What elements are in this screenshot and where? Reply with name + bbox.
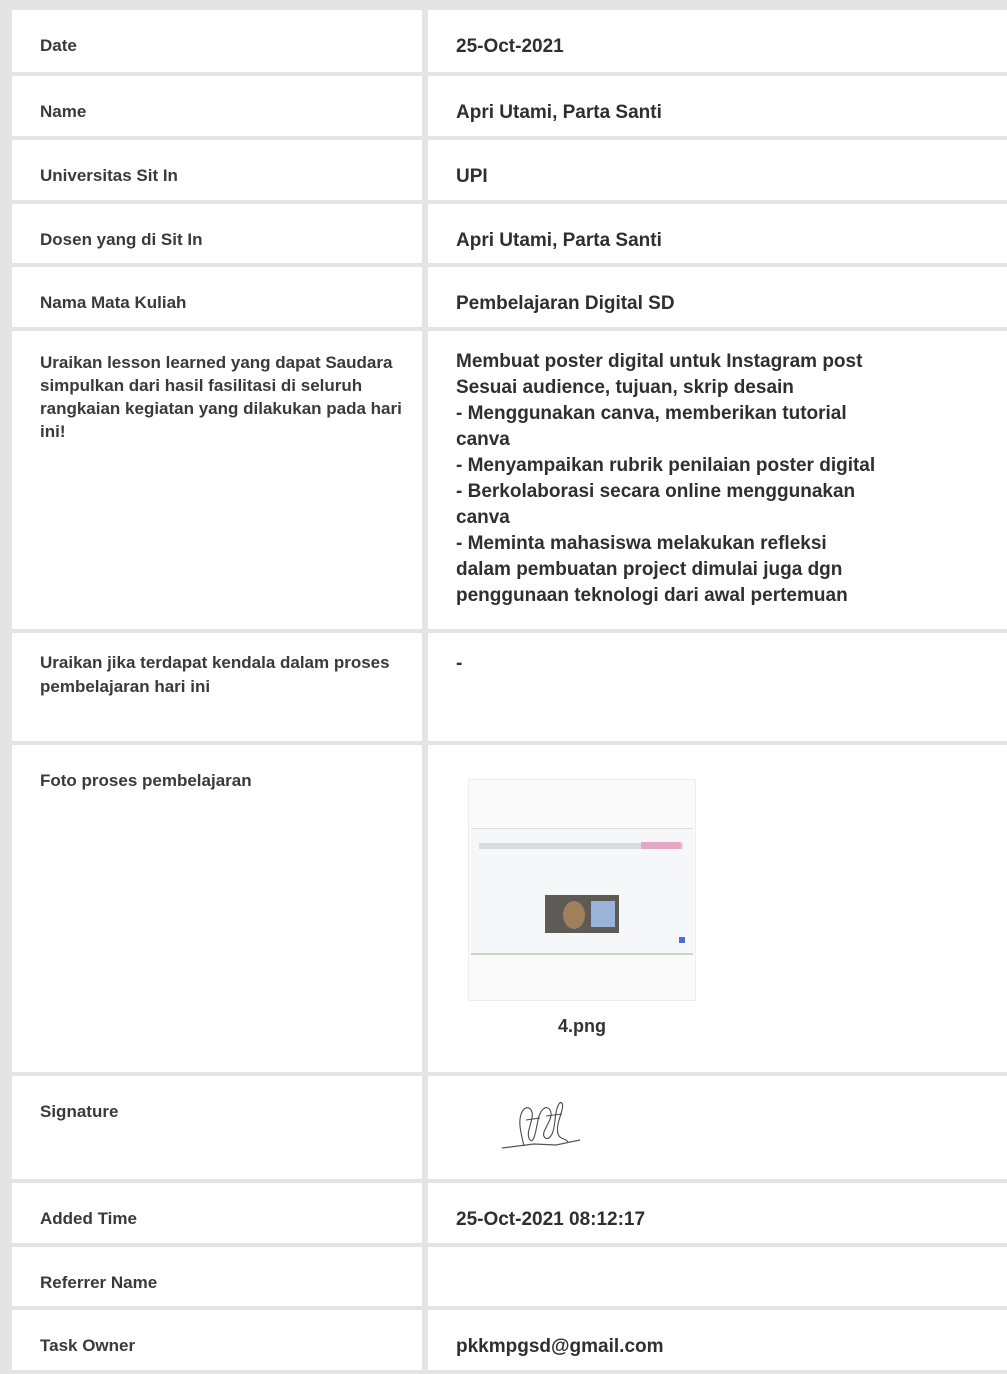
value-task-owner[interactable]: pkkmpgsd@gmail.com — [428, 1310, 1007, 1370]
row-task-owner: Task Owner pkkmpgsd@gmail.com — [0, 1310, 1007, 1370]
lesson-line: penggunaan teknologi dari awal pertemuan — [456, 585, 848, 606]
lesson-line: Membuat poster digital untuk Instagram p… — [456, 351, 863, 372]
photo-filename[interactable]: 4.png — [468, 1013, 696, 1039]
row-mata-kuliah: Nama Mata Kuliah Pembelajaran Digital SD — [0, 267, 1007, 327]
value-foto: 4.png — [428, 745, 1007, 1072]
label-referrer: Referrer Name — [12, 1247, 422, 1306]
row-name: Name Apri Utami, Parta Santi — [0, 76, 1007, 136]
label-lesson-learned: Uraikan lesson learned yang dapat Saudar… — [12, 331, 422, 629]
value-signature — [428, 1076, 1007, 1179]
value-referrer — [428, 1247, 1007, 1306]
label-universitas: Universitas Sit In — [12, 140, 422, 200]
label-foto: Foto proses pembelajaran — [12, 745, 422, 1072]
lesson-line: - Menggunakan canva, memberikan tutorial — [456, 403, 847, 424]
row-referrer: Referrer Name — [0, 1247, 1007, 1306]
row-universitas: Universitas Sit In UPI — [0, 140, 1007, 200]
video-call-image — [545, 895, 619, 933]
lesson-line: - Meminta mahasiswa melakukan refleksi — [456, 533, 827, 554]
label-added-time: Added Time — [12, 1183, 422, 1243]
lesson-line: - Berkolaborasi secara online menggunaka… — [456, 481, 856, 502]
row-signature: Signature — [0, 1076, 1007, 1179]
value-name: Apri Utami, Parta Santi — [428, 76, 1007, 136]
label-kendala: Uraikan jika terdapat kendala dalam pros… — [12, 633, 422, 741]
value-dosen: Apri Utami, Parta Santi — [428, 204, 1007, 263]
row-dosen: Dosen yang di Sit In Apri Utami, Parta S… — [0, 204, 1007, 263]
value-mata-kuliah: Pembelajaran Digital SD — [428, 267, 1007, 327]
photo-thumbnail[interactable] — [468, 779, 696, 1001]
label-mata-kuliah: Nama Mata Kuliah — [12, 267, 422, 327]
record-table: Date 25-Oct-2021 Name Apri Utami, Parta … — [0, 10, 1007, 1374]
row-date: Date 25-Oct-2021 — [0, 10, 1007, 72]
screenshot-image — [471, 828, 693, 955]
label-name: Name — [12, 76, 422, 136]
value-kendala: - — [428, 633, 1007, 741]
row-added-time: Added Time 25-Oct-2021 08:12:17 — [0, 1183, 1007, 1243]
photo-attachment[interactable]: 4.png — [468, 779, 696, 1039]
value-added-time: 25-Oct-2021 08:12:17 — [428, 1183, 1007, 1243]
lesson-line: Sesuai audience, tujuan, skrip desain — [456, 377, 794, 398]
lesson-line: canva — [456, 507, 510, 528]
lesson-line: - Menyampaikan rubrik penilaian poster d… — [456, 455, 876, 476]
value-lesson-learned: Membuat poster digital untuk Instagram p… — [428, 331, 1007, 629]
label-signature: Signature — [12, 1076, 422, 1179]
label-date: Date — [12, 10, 422, 72]
row-kendala: Uraikan jika terdapat kendala dalam pros… — [0, 633, 1007, 741]
value-universitas: UPI — [428, 140, 1007, 200]
value-date: 25-Oct-2021 — [428, 10, 1007, 72]
signature-image — [501, 1101, 581, 1149]
label-task-owner: Task Owner — [12, 1310, 422, 1370]
lesson-line: dalam pembuatan project dimulai juga dgn — [456, 559, 843, 580]
label-dosen: Dosen yang di Sit In — [12, 204, 422, 263]
row-lesson-learned: Uraikan lesson learned yang dapat Saudar… — [0, 331, 1007, 629]
lesson-line: canva — [456, 429, 510, 450]
row-foto: Foto proses pembelajaran 4.png — [0, 745, 1007, 1072]
